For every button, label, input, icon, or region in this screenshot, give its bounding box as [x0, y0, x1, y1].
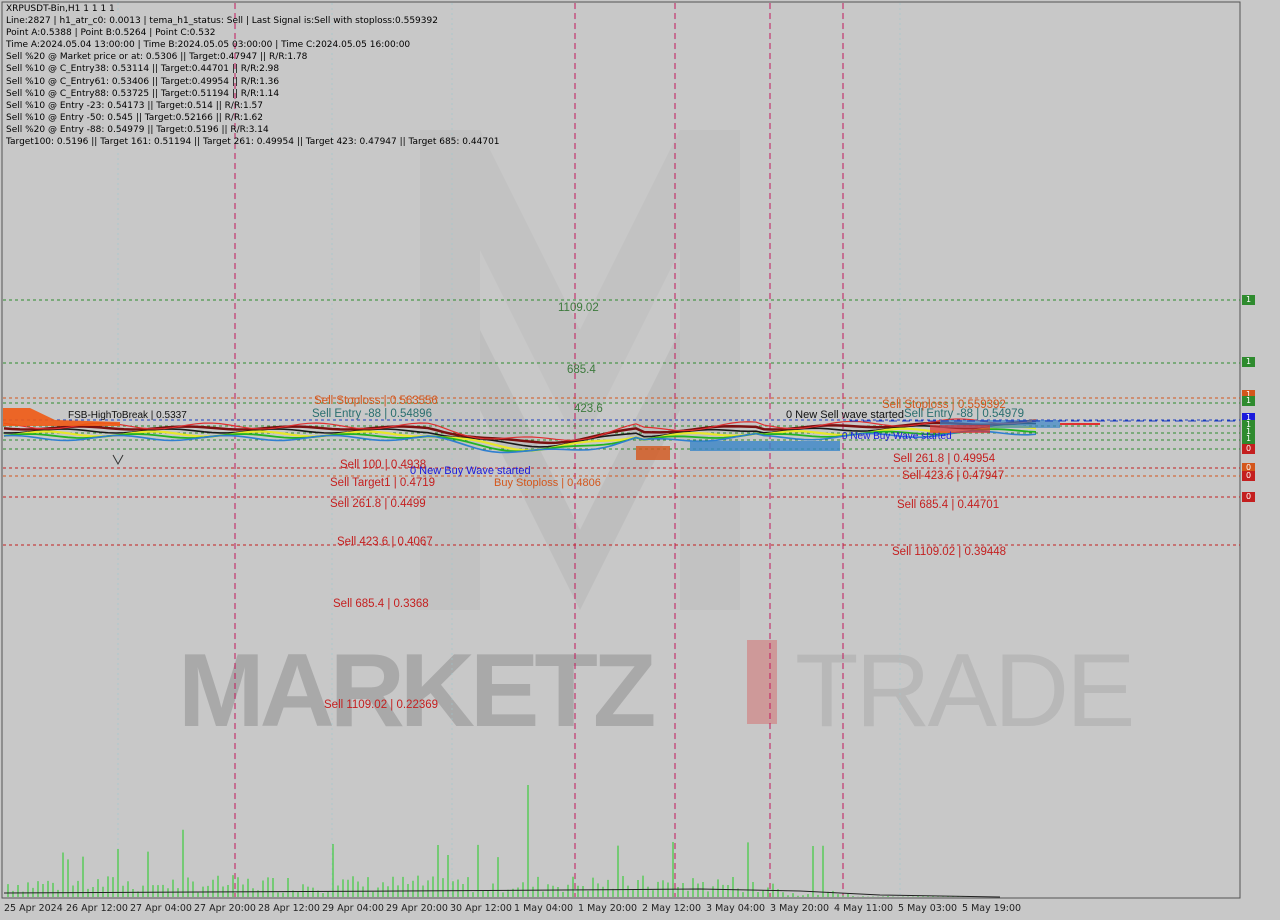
sell-685-label: Sell 685.4 | 0.3368 — [333, 598, 429, 610]
info-line: Sell %10 @ C_Entry61: 0.53406 || Target:… — [6, 76, 280, 87]
time-axis-label: 29 Apr 04:00 — [322, 903, 384, 914]
time-axis-label: 5 May 03:00 — [898, 903, 958, 914]
info-line: Sell %10 @ Entry -23: 0.54173 || Target:… — [6, 100, 264, 111]
time-axis-label: 3 May 20:00 — [770, 903, 830, 914]
sell-entry-label-right: Sell Entry -88 | 0.54979 — [904, 408, 1024, 420]
sell-685-label-right: Sell 685.4 | 0.44701 — [897, 499, 1000, 511]
new-buy-wave-label-right: 0 New Buy Wave started — [842, 431, 952, 442]
cloud-blue — [690, 441, 840, 451]
time-axis-label: 25 Apr 2024 — [4, 903, 63, 914]
info-line: Time A:2024.05.04 13:00:00 | Time B:2024… — [6, 40, 411, 51]
info-line: Line:2827 | h1_atr_c0: 0.0013 | tema_h1_… — [6, 16, 438, 27]
time-axis-label: 27 Apr 04:00 — [130, 903, 192, 914]
time-axis-label: 28 Apr 12:00 — [258, 903, 320, 914]
sell-target1-label: Sell Target1 | 0.4719 — [330, 477, 436, 489]
sell-1109-label: Sell 1109.02 | 0.22369 — [324, 699, 439, 711]
new-sell-wave-label: 0 New Sell wave started — [786, 409, 904, 421]
price-marker: 1 — [1242, 295, 1255, 305]
new-buy-wave-label: 0 New Buy Wave started — [410, 465, 531, 477]
time-axis-label: 1 May 04:00 — [514, 903, 574, 914]
info-line: Point A:0.5388 | Point B:0.5264 | Point … — [6, 28, 216, 39]
sell-1109-label-right: Sell 1109.02 | 0.39448 — [892, 546, 1007, 558]
time-axis-label: 27 Apr 20:00 — [194, 903, 256, 914]
time-axis-label: 5 May 19:00 — [962, 903, 1022, 914]
info-line: Sell %20 @ Entry -88: 0.54979 || Target:… — [6, 124, 269, 135]
fsb-high-label: FSB-HighToBreak | 0.5337 — [68, 410, 187, 421]
info-line: Sell %10 @ C_Entry88: 0.53725 || Target:… — [6, 88, 280, 99]
fib-level-423: 423.6 — [574, 403, 603, 415]
fib-level-685: 685.4 — [567, 364, 596, 376]
time-axis-label: 4 May 11:00 — [834, 903, 894, 914]
sell-261-label: Sell 261.8 | 0.4499 — [330, 498, 426, 510]
time-axis-label: 2 May 12:00 — [642, 903, 702, 914]
cloud-orange — [636, 446, 670, 460]
time-axis-label: 30 Apr 12:00 — [450, 903, 512, 914]
price-marker: 1 — [1242, 357, 1255, 367]
price-marker: 0 — [1242, 471, 1255, 481]
time-axis-label: 26 Apr 12:00 — [66, 903, 128, 914]
price-marker: 1 — [1242, 434, 1255, 444]
info-line: Target100: 0.5196 || Target 161: 0.51194… — [6, 137, 500, 148]
price-marker: 0 — [1242, 444, 1255, 454]
price-marker: 0 — [1242, 492, 1255, 502]
info-line: Sell %20 @ Market price or at: 0.5306 ||… — [6, 52, 308, 63]
time-axis-label: 29 Apr 20:00 — [386, 903, 448, 914]
info-line: Sell %10 @ C_Entry38: 0.53114 || Target:… — [6, 64, 280, 75]
price-marker: 1 — [1242, 396, 1255, 406]
sell-entry-label: Sell Entry -88 | 0.54896 — [312, 408, 432, 420]
time-axis-label: 3 May 04:00 — [706, 903, 766, 914]
sell-stoploss-label: Sell Stoploss | 0.563556 — [314, 395, 438, 407]
sell-261-label-right: Sell 261.8 | 0.49954 — [893, 453, 996, 465]
fib-level-1109: 1109.02 — [558, 302, 599, 314]
time-axis-label: 1 May 20:00 — [578, 903, 638, 914]
chart-area[interactable]: MARKETZ TRADE XRPUSDT-Bin,H1 1 1 1 1 Lin… — [0, 0, 1280, 920]
info-line: Sell %10 @ Entry -50: 0.545 || Target:0.… — [6, 112, 264, 123]
info-line: XRPUSDT-Bin,H1 1 1 1 1 — [6, 4, 115, 14]
indicator-info-panel: XRPUSDT-Bin,H1 1 1 1 1 Line:2827 | h1_at… — [6, 3, 500, 148]
sell-423-label-right: Sell 423.6 | 0.47947 — [902, 470, 1005, 482]
sell-423-label: Sell 423.6 | 0.4067 — [337, 536, 433, 548]
buy-stoploss-label: Buy Stoploss | 0.4806 — [494, 477, 601, 489]
